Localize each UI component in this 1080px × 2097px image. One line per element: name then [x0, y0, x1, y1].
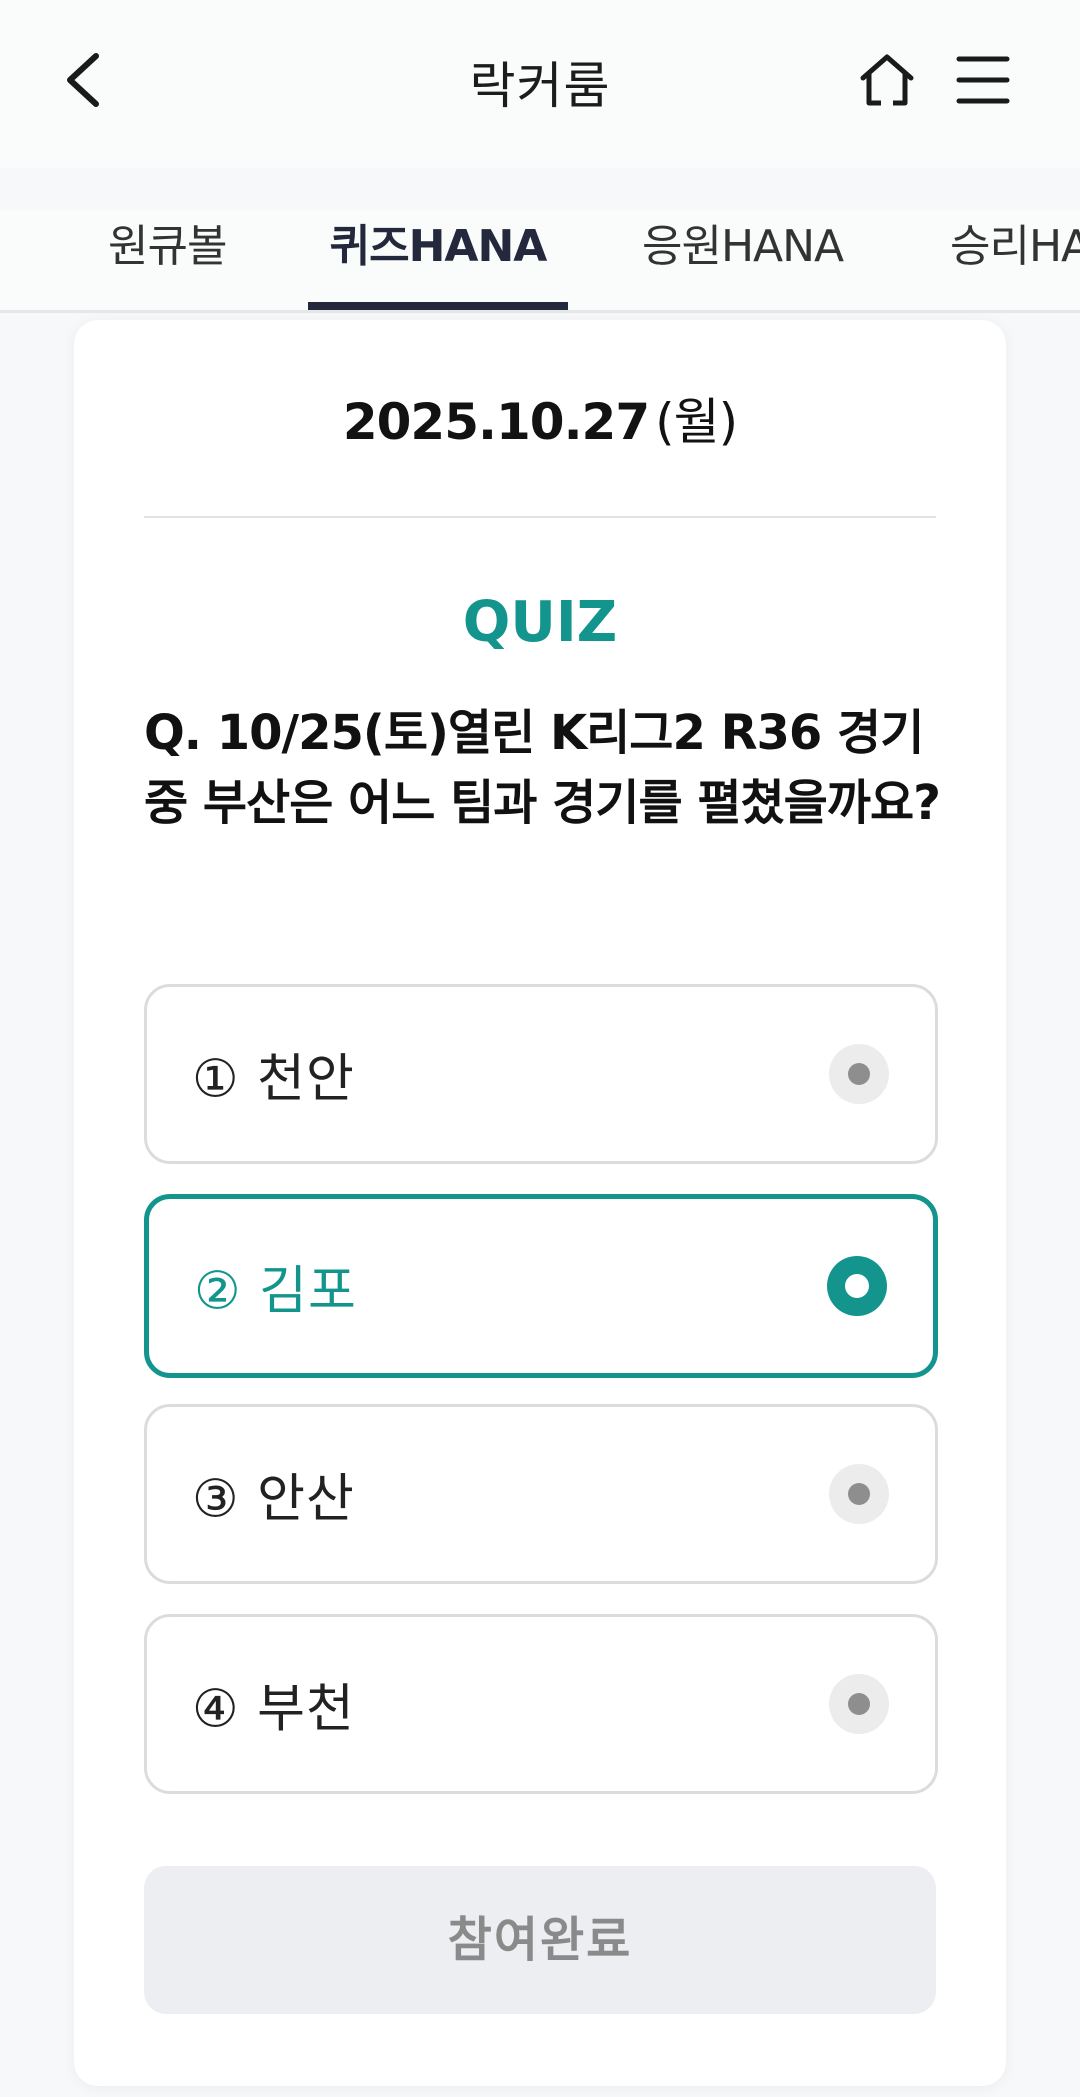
option-label: ④ 부천 — [192, 1667, 355, 1742]
option-number: ① — [192, 1049, 240, 1110]
option-number: ③ — [192, 1469, 240, 1530]
option-label: ② 김포 — [194, 1249, 357, 1324]
radio-button[interactable] — [829, 1044, 889, 1104]
option-4[interactable]: ④ 부천 — [144, 1614, 938, 1794]
tab-cheer-hana[interactable]: 응원HANA — [642, 210, 844, 310]
tab-label: 원큐볼 — [108, 221, 227, 272]
tab-win-hana[interactable]: 승리HANA — [950, 210, 1080, 310]
option-label: ③ 안산 — [192, 1457, 355, 1532]
option-number: ② — [194, 1261, 242, 1322]
weekday-text: (월) — [655, 393, 738, 451]
page-title: 락커룸 — [469, 57, 611, 115]
divider — [144, 516, 936, 518]
tab-quiz-hana[interactable]: 퀴즈HANA — [308, 210, 568, 310]
app-header: 락커룸 — [0, 0, 1080, 168]
submit-button[interactable]: 참여완료 — [144, 1866, 936, 2014]
option-text: 부천 — [257, 1679, 355, 1740]
option-text: 천안 — [257, 1049, 355, 1110]
tab-label: 응원HANA — [642, 221, 844, 272]
quiz-question: Q. 10/25(토)열린 K리그2 R36 경기 중 부산은 어느 팀과 경기… — [144, 705, 941, 831]
option-text: 안산 — [257, 1469, 355, 1530]
option-3[interactable]: ③ 안산 — [144, 1404, 938, 1584]
radio-button-selected[interactable] — [827, 1256, 887, 1316]
tab-bar: 원큐볼 퀴즈HANA 응원HANA 승리HANA — [0, 210, 1080, 313]
radio-button[interactable] — [829, 1674, 889, 1734]
option-2[interactable]: ② 김포 — [144, 1194, 938, 1378]
date-text: 2025.10.27 — [342, 393, 650, 451]
option-number: ④ — [192, 1679, 240, 1740]
tab-onecueball[interactable]: 원큐볼 — [108, 210, 227, 310]
tab-label: 승리HANA — [950, 221, 1080, 272]
hamburger-menu-icon — [956, 56, 1010, 104]
option-1[interactable]: ① 천안 — [144, 984, 938, 1164]
quiz-label: QUIZ — [462, 590, 618, 655]
radio-button[interactable] — [829, 1464, 889, 1524]
home-button[interactable] — [858, 52, 916, 108]
quiz-card: 2025.10.27 (월) QUIZ Q. 10/25(토)열린 K리그2 R3… — [74, 320, 1006, 2086]
tab-label: 퀴즈HANA — [329, 221, 548, 272]
quiz-date: 2025.10.27 (월) — [74, 382, 1006, 454]
option-text: 김포 — [259, 1261, 357, 1322]
tab-indicator — [308, 302, 568, 310]
option-label: ① 천안 — [192, 1037, 355, 1112]
menu-button[interactable] — [956, 54, 1010, 106]
home-icon — [860, 54, 914, 107]
